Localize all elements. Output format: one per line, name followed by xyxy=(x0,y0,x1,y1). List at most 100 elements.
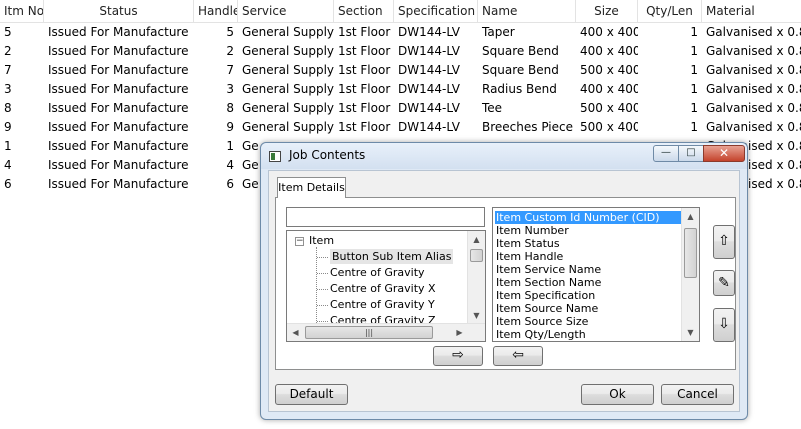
field-list-item[interactable]: Item Source Size xyxy=(495,315,681,328)
edit-icon: ✎ xyxy=(718,275,730,291)
table-row[interactable]: 2 Issued For Manufacture 2 General Supply 1s… xyxy=(0,42,801,61)
tree-filter-input[interactable] xyxy=(286,207,485,227)
table-cell: 9 xyxy=(226,120,234,134)
window-icon xyxy=(269,151,281,162)
table-cell: 2 xyxy=(4,44,12,58)
col-section[interactable]: Section xyxy=(334,0,394,22)
move-down-button[interactable]: ⇩ xyxy=(713,308,735,342)
tab-item-details[interactable]: Item Details xyxy=(277,177,346,198)
tree-vertical-scrollbar[interactable]: ▲ ▼ xyxy=(467,231,485,324)
tree-node[interactable]: Centre of Gravity X xyxy=(330,281,436,296)
scroll-up-icon[interactable]: ▲ xyxy=(468,231,485,248)
col-name[interactable]: Name xyxy=(478,0,576,22)
table-row[interactable]: 5 Issued For Manufacture 5 General Supply 1s… xyxy=(0,23,801,42)
table-cell: General Supply xyxy=(242,44,334,58)
field-list-item[interactable]: Item Service Name xyxy=(495,263,681,276)
ok-button[interactable]: Ok xyxy=(581,384,654,405)
table-cell: 6 xyxy=(226,177,234,191)
tree-node-item[interactable]: Item xyxy=(309,233,334,248)
table-cell: General Supply xyxy=(242,63,334,77)
table-cell: Galvanised x 0.80 xyxy=(706,101,801,115)
col-specification[interactable]: Specification xyxy=(394,0,478,22)
table-cell: General Supply xyxy=(242,120,334,134)
tree-connector xyxy=(317,257,328,258)
table-cell: 1st Floor xyxy=(338,63,391,77)
table-cell: Issued For Manufacture xyxy=(48,158,189,172)
table-cell: Issued For Manufacture xyxy=(48,177,189,191)
table-cell: 1 xyxy=(690,25,698,39)
field-list-item[interactable]: Item Handle xyxy=(495,250,681,263)
arrow-left-icon: ⇦ xyxy=(512,347,524,363)
field-list-item[interactable]: Item Section Name xyxy=(495,276,681,289)
field-list[interactable]: Item Custom Id Number (CID) Item Number It… xyxy=(492,207,700,342)
tree-node[interactable]: Button Sub Item Alias xyxy=(330,249,454,264)
table-cell: 7 xyxy=(4,63,12,77)
field-list-item[interactable]: Item Qty/Length xyxy=(495,328,681,341)
table-cell: 1 xyxy=(690,44,698,58)
table-cell: 5 xyxy=(4,25,12,39)
dialog-titlebar[interactable]: Job Contents — □ ✕ xyxy=(261,143,747,169)
maximize-button[interactable]: □ xyxy=(678,145,704,162)
field-list-item[interactable]: Item Status xyxy=(495,237,681,250)
table-cell: General Supply xyxy=(242,82,334,96)
scroll-left-icon[interactable]: ◀ xyxy=(287,324,304,341)
table-cell: Galvanised x 0.80 xyxy=(706,25,801,39)
field-list-scrollbar[interactable]: ▲ ▼ xyxy=(681,208,699,341)
table-row[interactable]: 3 Issued For Manufacture 3 General Supply 1s… xyxy=(0,80,801,99)
field-list-item[interactable]: Item Number xyxy=(495,224,681,237)
table-cell: 5 xyxy=(226,25,234,39)
col-size[interactable]: Size xyxy=(576,0,638,22)
col-status[interactable]: Status xyxy=(44,0,194,22)
tree-connector xyxy=(317,321,328,322)
job-contents-dialog: Job Contents — □ ✕ Item Details − Item B… xyxy=(260,142,748,420)
table-cell: 9 xyxy=(4,120,12,134)
table-cell: 500 x 400 xyxy=(580,120,638,134)
cancel-button[interactable]: Cancel xyxy=(661,384,734,405)
table-cell: 1st Floor xyxy=(338,44,391,58)
item-tree[interactable]: − Item Button Sub Item Alias Centre of Gr… xyxy=(286,230,486,342)
table-cell: DW144-LV xyxy=(398,120,460,134)
move-up-button[interactable]: ⇧ xyxy=(713,225,735,259)
tree-horizontal-scrollbar[interactable]: ◀ ||| ▶ xyxy=(287,323,485,341)
table-cell: DW144-LV xyxy=(398,82,460,96)
tree-node[interactable]: Centre of Gravity xyxy=(330,265,425,280)
close-button[interactable]: ✕ xyxy=(703,145,745,162)
table-cell: 3 xyxy=(4,82,12,96)
default-button[interactable]: Default xyxy=(275,384,348,405)
table-cell: DW144-LV xyxy=(398,63,460,77)
tree-node[interactable]: Centre of Gravity Y xyxy=(330,297,435,312)
minimize-button[interactable]: — xyxy=(653,145,679,162)
field-list-item[interactable]: Item Source Name xyxy=(495,302,681,315)
table-row[interactable]: 9 Issued For Manufacture 9 General Supply 1s… xyxy=(0,118,801,137)
table-row[interactable]: 8 Issued For Manufacture 8 General Supply 1s… xyxy=(0,99,801,118)
scroll-down-icon[interactable]: ▼ xyxy=(682,324,699,341)
scroll-thumb[interactable] xyxy=(684,228,697,278)
scroll-thumb[interactable]: ||| xyxy=(305,326,433,339)
scroll-right-icon[interactable]: ▶ xyxy=(451,324,468,341)
table-row[interactable]: 7 Issued For Manufacture 7 General Supply 1s… xyxy=(0,61,801,80)
table-cell: 1 xyxy=(4,139,12,153)
table-cell: Issued For Manufacture xyxy=(48,25,189,39)
table-cell: 500 x 400 xyxy=(580,101,638,115)
table-cell: 400 x 400 xyxy=(580,25,638,39)
table-cell: General Supply xyxy=(242,25,334,39)
col-itm-no[interactable]: Itm No xyxy=(0,0,44,22)
tree-collapse-icon[interactable]: − xyxy=(295,237,304,246)
arrow-up-icon: ⇧ xyxy=(718,233,730,249)
field-list-item[interactable]: Item Custom Id Number (CID) xyxy=(495,211,681,224)
col-qty-len[interactable]: Qty/Len xyxy=(638,0,702,22)
scroll-thumb[interactable] xyxy=(470,249,483,262)
scroll-up-icon[interactable]: ▲ xyxy=(682,208,699,225)
col-service[interactable]: Service xyxy=(238,0,334,22)
col-handle[interactable]: Handle xyxy=(194,0,238,22)
table-cell: 1 xyxy=(226,139,234,153)
edit-field-button[interactable]: ✎ xyxy=(713,270,735,296)
scroll-down-icon[interactable]: ▼ xyxy=(468,307,485,324)
field-list-item[interactable]: Item Specification xyxy=(495,289,681,302)
col-material[interactable]: Material xyxy=(702,0,801,22)
table-cell: 8 xyxy=(226,101,234,115)
tree-connector xyxy=(317,305,328,306)
table-cell: 8 xyxy=(4,101,12,115)
move-left-button[interactable]: ⇦ xyxy=(493,346,543,366)
move-right-button[interactable]: ⇨ xyxy=(433,346,483,366)
